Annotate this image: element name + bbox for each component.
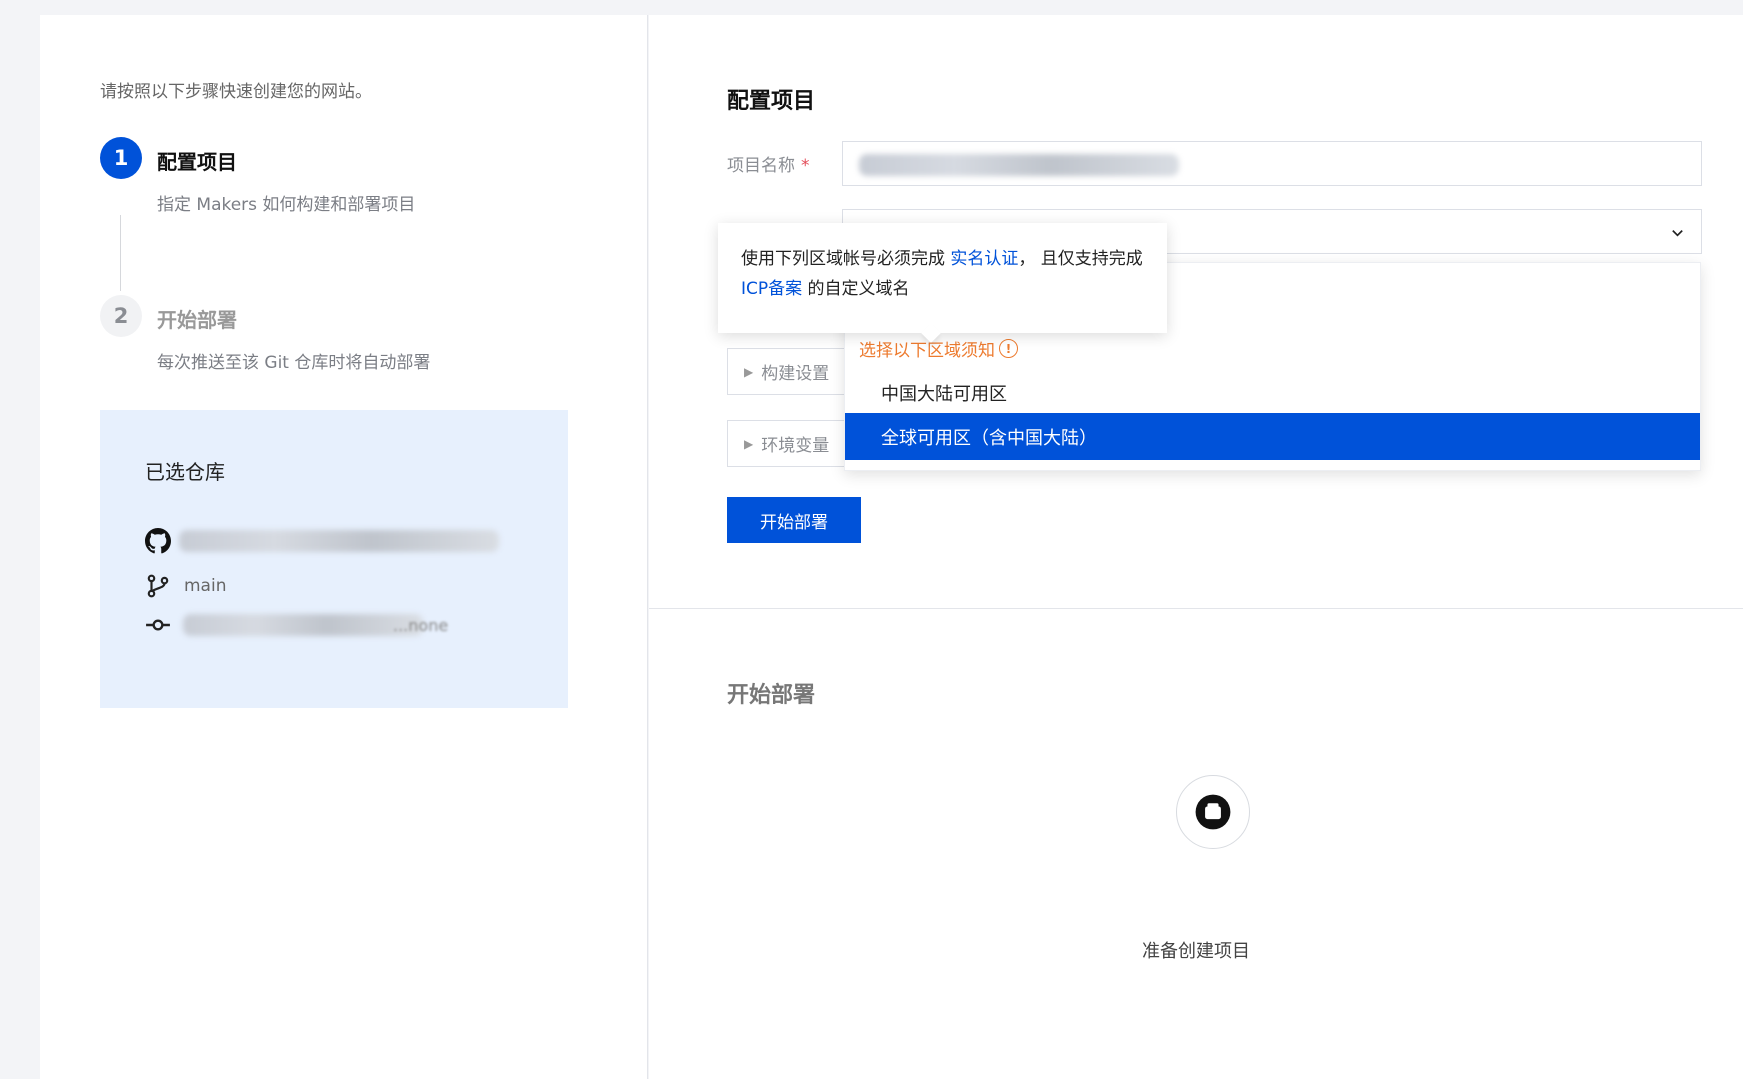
step-1-title: 配置项目	[157, 150, 237, 174]
commit-row: ...none	[145, 612, 448, 638]
deploy-status-indicator	[1176, 775, 1250, 849]
start-deploy-button[interactable]: 开始部署	[727, 497, 861, 543]
step-2-number: 2	[100, 295, 142, 337]
branch-icon	[147, 574, 169, 598]
icp-filing-link[interactable]: ICP备案	[741, 279, 802, 299]
env-vars-toggle[interactable]: ▶ 环境变量	[727, 420, 847, 467]
expand-triangle-icon: ▶	[744, 364, 754, 379]
commit-icon	[146, 619, 170, 631]
option-global[interactable]: 全球可用区（含中国大陆）	[845, 413, 1700, 460]
config-title: 配置项目	[727, 89, 816, 114]
step-connector	[120, 215, 121, 291]
step-2-title: 开始部署	[157, 308, 237, 332]
github-icon	[145, 528, 171, 554]
branch-name: main	[184, 576, 227, 596]
region-warning[interactable]: 选择以下区域须知!	[859, 336, 1018, 361]
config-panel: 配置项目 项目名称 * ▶ 构建设置 ▶ 环境变量 开始部署 开始部署 准备创建项目 …	[649, 15, 1743, 1079]
deploy-status-text: 准备创建项目	[1142, 941, 1250, 962]
selected-repo-card: 已选仓库 main ...none	[100, 410, 568, 708]
steps-panel: 请按照以下步骤快速创建您的网站。 1 配置项目 指定 Makers 如何构建和部…	[40, 15, 648, 1079]
build-settings-toggle[interactable]: ▶ 构建设置	[727, 348, 847, 395]
repo-card-title: 已选仓库	[145, 460, 225, 484]
info-icon: !	[999, 339, 1018, 358]
package-icon	[1195, 794, 1231, 830]
commit-suffix: ...none	[393, 615, 449, 635]
deploy-title: 开始部署	[727, 683, 816, 708]
intro-text: 请按照以下步骤快速创建您的网站。	[100, 82, 372, 102]
real-name-auth-link[interactable]: 实名认证	[950, 249, 1018, 269]
step-1-number: 1	[100, 137, 142, 179]
step-1-desc: 指定 Makers 如何构建和部署项目	[157, 195, 416, 215]
region-tooltip: 使用下列区域帐号必须完成 实名认证， 且仅支持完成 ICP备案 的自定义域名	[718, 223, 1167, 343]
step-2-desc: 每次推送至该 Git 仓库时将自动部署	[157, 353, 431, 373]
chevron-down-icon	[1672, 230, 1683, 237]
branch-row: main	[145, 573, 226, 599]
project-name-redacted	[859, 154, 1179, 176]
project-name-input[interactable]	[842, 141, 1702, 186]
repo-name-redacted	[179, 530, 499, 552]
section-divider	[649, 608, 1743, 609]
expand-triangle-icon: ▶	[744, 436, 754, 451]
commit-message-redacted	[183, 614, 423, 636]
project-name-label: 项目名称 *	[727, 156, 810, 176]
option-mainland[interactable]: 中国大陆可用区	[845, 369, 1700, 416]
repo-name-row	[145, 528, 499, 554]
